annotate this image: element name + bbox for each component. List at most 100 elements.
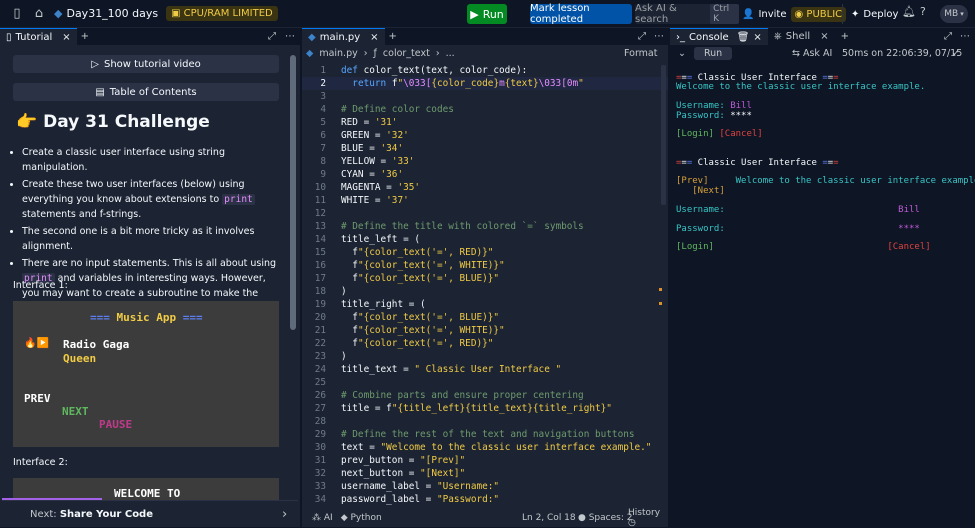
expand-icon[interactable]: ⤢ (638, 31, 646, 42)
deploy-icon: ✦ (851, 8, 860, 20)
next-lesson-bar[interactable]: Next: Share Your Code › (2, 500, 298, 527)
more-icon[interactable]: ⋯ (654, 31, 664, 42)
chevron-right-icon: › (282, 506, 288, 522)
bell-icon[interactable]: 🔔︎ (902, 5, 916, 18)
console-run-button[interactable]: Run (693, 47, 733, 60)
check-icon: ✓ (952, 48, 960, 59)
code-line: 5 RED = '31' (320, 117, 398, 128)
editor-tab-row: ◆ main.py × + ⤢ ⋯ (302, 28, 668, 45)
expand-icon[interactable]: ⤢ (944, 31, 952, 42)
code-line: 1 def color_text(text, color_code): (320, 65, 528, 76)
chevron-down-icon[interactable]: ⌄ (678, 48, 686, 59)
pause-label: PAUSE (99, 418, 133, 431)
editor-pane: ◆ main.py › ƒ color_text › ... Format 1d… (302, 45, 668, 527)
music-app-title: === Music App === (90, 311, 203, 324)
cpu-ram-badge[interactable]: ▣ CPU/RAM LIMITED (166, 6, 278, 21)
music-app-preview-image: === Music App === 🔥▶️ Radio Gaga Queen P… (13, 301, 279, 447)
language-indicator[interactable]: ◆ Python (341, 513, 382, 523)
help-icon[interactable]: ? (920, 5, 926, 18)
chip-icon: ▣ (171, 8, 181, 19)
lesson-heading: 👉 Day 31 Challenge (16, 112, 210, 132)
code-line: 24 title_text = " Classic User Interface … (314, 364, 562, 375)
code-line: 11 WHITE = '37' (314, 195, 409, 206)
code-line: 26 # Combine parts and ensure proper cent… (314, 390, 584, 401)
history-button[interactable]: History ◷ (628, 508, 668, 528)
more-icon[interactable]: ⋯ (960, 31, 970, 42)
breadcrumb: ◆ main.py › ƒ color_text › ... Format (306, 47, 658, 59)
deploy-button[interactable]: ✦ Deploy (842, 4, 898, 24)
code-line: 18) (314, 286, 347, 297)
ask-ai-button[interactable]: ⇆ Ask AI (792, 48, 832, 59)
console-toolbar: ⌄ Run ⇆ Ask AI 50ms on 22:06:39, 07/15 ✓ (670, 45, 975, 62)
code-line: 21 f"{color_text('=', WHITE)}" (314, 325, 505, 336)
console-output[interactable]: === Classic User Interface === Welcome t… (676, 73, 975, 253)
close-icon[interactable]: × (753, 32, 761, 43)
list-item: Create these two user interfaces (below)… (22, 177, 282, 222)
code-line: 17 f"{color_text('=', BLUE)}" (314, 273, 500, 284)
breadcrumb-more[interactable]: ... (446, 48, 455, 59)
list-icon: ▤ (95, 86, 105, 98)
code-line: 6 GREEN = '32' (320, 130, 409, 141)
add-tab-icon[interactable]: + (389, 31, 397, 42)
sidebar-toggle-icon[interactable]: ▯ (6, 3, 28, 25)
book-icon: ▯ (6, 31, 12, 43)
python-logo-icon: ◆ (54, 7, 63, 20)
code-line: 20 f"{color_text('=', BLUE)}" (314, 312, 500, 323)
welcome-title: WELCOME TO (114, 487, 181, 500)
code-line: 12 (314, 208, 326, 219)
code-line: 9 CYAN = '36' (320, 169, 404, 180)
spaces-setting[interactable]: ● Spaces: 2 (578, 513, 632, 523)
code-line: 19 title_right = ( (314, 299, 426, 310)
scrollbar[interactable] (290, 55, 296, 330)
play-icon: ▶ (470, 7, 479, 21)
console-tab-row: ›_ Console 🗑︎ × ⎈ Shell × + ⤢ ⋯ (670, 28, 975, 45)
close-icon[interactable]: × (62, 32, 70, 43)
trash-icon[interactable]: 🗑︎ (737, 32, 750, 43)
public-badge[interactable]: ◉ PUBLIC (790, 6, 847, 22)
code-line: 8 YELLOW = '33' (320, 156, 415, 167)
code-line: 34 password_label = "Password:" (314, 494, 500, 505)
minimap-marker (659, 302, 662, 305)
terminal-icon: ›_ (676, 31, 685, 43)
add-tab-icon[interactable]: + (81, 31, 89, 42)
tab-tutorial[interactable]: ▯ Tutorial × (0, 28, 77, 45)
instructions-list: Create a classic user interface using st… (22, 145, 282, 318)
expand-icon[interactable]: ⤢ (268, 31, 276, 42)
cursor-position[interactable]: Ln 2, Col 18 (522, 513, 576, 523)
code-editor[interactable]: 1 def color_text(text, color_code): 2 ret… (302, 64, 668, 506)
more-icon[interactable]: ⋯ (285, 31, 295, 42)
shortcut-hint: Ctrl K (710, 4, 739, 24)
project-name[interactable]: ◆ Day31_100 days (54, 7, 158, 20)
show-tutorial-video-button[interactable]: ▷ Show tutorial video (13, 55, 279, 73)
invite-button[interactable]: 👤 Invite ◉ PUBLIC (742, 4, 847, 24)
tab-console[interactable]: ›_ Console 🗑︎ × (670, 28, 768, 45)
add-tab-icon[interactable]: + (841, 31, 849, 42)
minimap-marker (659, 288, 662, 291)
fire-play-icon: 🔥▶️ (24, 338, 49, 349)
tutorial-tab-row: ▯ Tutorial × + ⤢ ⋯ (0, 28, 300, 45)
play-icon: ▷ (91, 58, 99, 70)
code-line: 25 (314, 377, 326, 388)
run-button[interactable]: ▶ Run (467, 4, 507, 24)
close-icon[interactable]: × (370, 32, 378, 43)
code-line: 28 (314, 416, 326, 427)
python-file-icon: ◆ (308, 31, 316, 43)
table-of-contents-button[interactable]: ▤ Table of Contents (13, 83, 279, 101)
next-label: NEXT (62, 405, 89, 418)
breadcrumb-file[interactable]: main.py (319, 48, 357, 59)
code-line: 15 f"{color_text('=', RED)}" (314, 247, 494, 258)
format-button[interactable]: Format (624, 48, 657, 59)
tab-main-py[interactable]: ◆ main.py × (302, 28, 385, 45)
eye-icon: ◉ (794, 8, 807, 20)
code-line: 3 (320, 91, 326, 102)
close-icon[interactable]: × (820, 31, 828, 42)
avatar[interactable]: MB ▾ (940, 5, 968, 23)
ai-icon[interactable]: ⁂ AI (312, 513, 333, 523)
tab-shell[interactable]: ⎈ Shell × (768, 28, 835, 45)
mark-lesson-completed-button[interactable]: Mark lesson completed (530, 3, 632, 25)
home-icon[interactable]: ⌂ (28, 3, 50, 25)
breadcrumb-function[interactable]: color_text (383, 48, 430, 59)
scrollbar[interactable] (661, 65, 666, 205)
ask-ai-search-button[interactable]: Ask AI & search Ctrl K (635, 3, 739, 25)
code-line: 32 next_button = "[Next]" (314, 468, 466, 479)
